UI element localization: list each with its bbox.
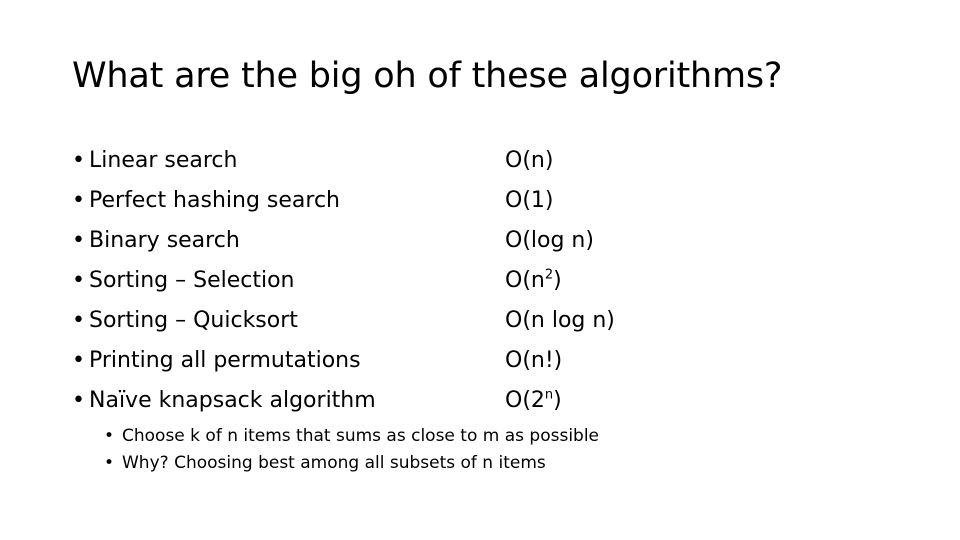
algorithm-name-cell: • Perfect hashing search (72, 186, 505, 216)
complexity-prefix: O(n!) (505, 348, 563, 373)
bullet-icon: • (72, 268, 85, 293)
sub-bullet-label: Choose k of n items that sums as close t… (122, 426, 600, 446)
algorithm-name-cell: • Linear search (72, 146, 505, 176)
algorithm-name-cell: • Sorting – Selection (72, 266, 505, 296)
algorithm-label: Naïve knapsack algorithm (89, 388, 376, 413)
complexity-cell: O(log n) (505, 226, 594, 256)
bullet-icon: • (72, 228, 85, 253)
algorithm-label: Linear search (89, 148, 238, 173)
complexity-cell: O(n2) (505, 266, 562, 296)
list-item: • Printing all permutations O(n!) (72, 346, 872, 386)
bullet-icon: • (104, 426, 115, 446)
algorithm-name-cell: • Printing all permutations (72, 346, 505, 376)
algorithm-label: Perfect hashing search (89, 188, 340, 213)
algorithm-label: Printing all permutations (89, 348, 361, 373)
sub-bullet-label: Why? Choosing best among all subsets of … (122, 453, 546, 473)
page-title: What are the big oh of these algorithms? (72, 56, 783, 96)
complexity-suffix: ) (553, 388, 562, 413)
list-item: • Sorting – Selection O(n2) (72, 266, 872, 306)
algorithm-label: Sorting – Quicksort (89, 308, 298, 333)
bullet-icon: • (72, 308, 85, 333)
complexity-cell: O(2n) (505, 386, 562, 416)
bullet-icon: • (72, 148, 85, 173)
algorithm-complexity-list: • Linear search O(n) • Perfect hashing s… (72, 146, 872, 426)
complexity-prefix: O(n) (505, 148, 554, 173)
list-item: • Binary search O(log n) (72, 226, 872, 266)
complexity-prefix: O(2 (505, 388, 545, 413)
bullet-icon: • (72, 188, 85, 213)
complexity-cell: O(1) (505, 186, 553, 216)
sub-list-item: • Choose k of n items that sums as close… (104, 424, 864, 451)
complexity-superscript: n (544, 387, 554, 403)
algorithm-name-cell: • Naïve knapsack algorithm (72, 386, 505, 416)
list-item: • Linear search O(n) (72, 146, 872, 186)
algorithm-name-cell: • Sorting – Quicksort (72, 306, 505, 336)
bullet-icon: • (72, 388, 85, 413)
bullet-icon: • (72, 348, 85, 373)
complexity-prefix: O(log n) (505, 228, 594, 253)
algorithm-label: Binary search (89, 228, 240, 253)
slide: What are the big oh of these algorithms?… (0, 0, 960, 540)
list-item: • Perfect hashing search O(1) (72, 186, 872, 226)
list-item: • Naïve knapsack algorithm O(2n) (72, 386, 872, 426)
complexity-cell: O(n) (505, 146, 553, 176)
sub-list-item: • Why? Choosing best among all subsets o… (104, 451, 864, 478)
algorithm-label: Sorting – Selection (89, 268, 295, 293)
list-item: • Sorting – Quicksort O(n log n) (72, 306, 872, 346)
complexity-prefix: O(1) (505, 188, 554, 213)
knapsack-sub-bullets: • Choose k of n items that sums as close… (104, 424, 864, 478)
bullet-icon: • (104, 453, 115, 473)
complexity-prefix: O(n (505, 268, 545, 293)
complexity-cell: O(n!) (505, 346, 562, 376)
complexity-suffix: ) (553, 268, 562, 293)
complexity-prefix: O(n log n) (505, 308, 615, 333)
complexity-superscript: 2 (544, 267, 554, 283)
complexity-cell: O(n log n) (505, 306, 615, 336)
algorithm-name-cell: • Binary search (72, 226, 505, 256)
